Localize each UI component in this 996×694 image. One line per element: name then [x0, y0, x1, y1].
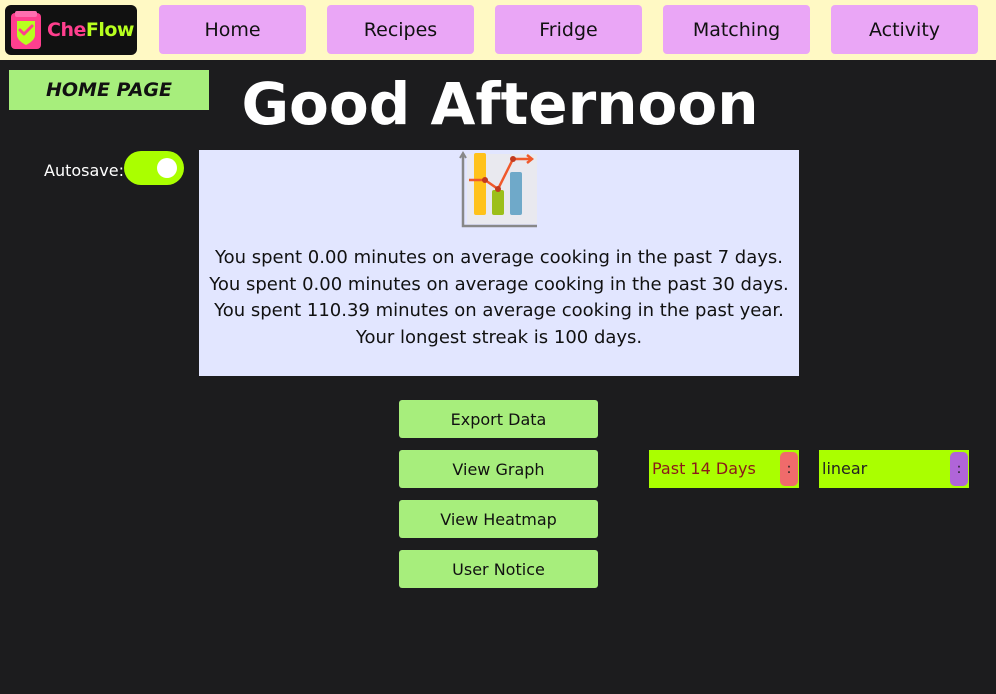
logo-book-check-icon — [11, 11, 41, 49]
nav-fridge-button[interactable]: Fridge — [495, 5, 642, 54]
bar-chart-icon — [459, 151, 537, 228]
greeting-title: Good Afternoon — [241, 70, 759, 138]
stats-line-30-days: You spent 0.00 minutes on average cookin… — [209, 273, 789, 295]
nav-matching-button[interactable]: Matching — [663, 5, 810, 54]
view-heatmap-button[interactable]: View Heatmap — [399, 500, 598, 538]
toggle-knob — [157, 158, 177, 178]
stats-line-7-days: You spent 0.00 minutes on average cookin… — [214, 247, 784, 268]
top-navigation-bar: CheFlow Home Recipes Fridge Matching Act… — [0, 0, 996, 60]
scale-dropdown-handle[interactable]: : — [950, 452, 968, 486]
page-label: HOME PAGE — [9, 70, 209, 110]
view-graph-button[interactable]: View Graph — [399, 450, 598, 488]
cooking-stats-card: You spent 0.00 minutes on average cookin… — [199, 150, 799, 376]
logo-che-text: Che — [47, 19, 86, 41]
nav-activity-button[interactable]: Activity — [831, 5, 978, 54]
stats-line-year: You spent 110.39 minutes on average cook… — [214, 300, 784, 321]
time-range-select[interactable]: Past 14 Days : — [649, 450, 799, 488]
nav-recipes-button[interactable]: Recipes — [327, 5, 474, 54]
nav-home-button[interactable]: Home — [159, 5, 306, 54]
time-range-value: Past 14 Days — [652, 459, 756, 478]
logo-wordmark: CheFlow — [47, 19, 134, 41]
scale-select[interactable]: linear : — [819, 450, 969, 488]
stats-line-streak: Your longest streak is 100 days. — [355, 326, 643, 348]
logo-flow-text: Flow — [85, 19, 135, 41]
stats-text: You spent 0.00 minutes on average cookin… — [199, 245, 799, 351]
scale-value: linear — [822, 459, 868, 478]
autosave-label: Autosave: — [44, 161, 124, 180]
cheflow-logo[interactable]: CheFlow — [5, 5, 137, 55]
time-range-dropdown-handle[interactable]: : — [780, 452, 798, 486]
autosave-toggle[interactable] — [124, 151, 184, 185]
user-notice-button[interactable]: User Notice — [399, 550, 598, 588]
export-data-button[interactable]: Export Data — [399, 400, 598, 438]
